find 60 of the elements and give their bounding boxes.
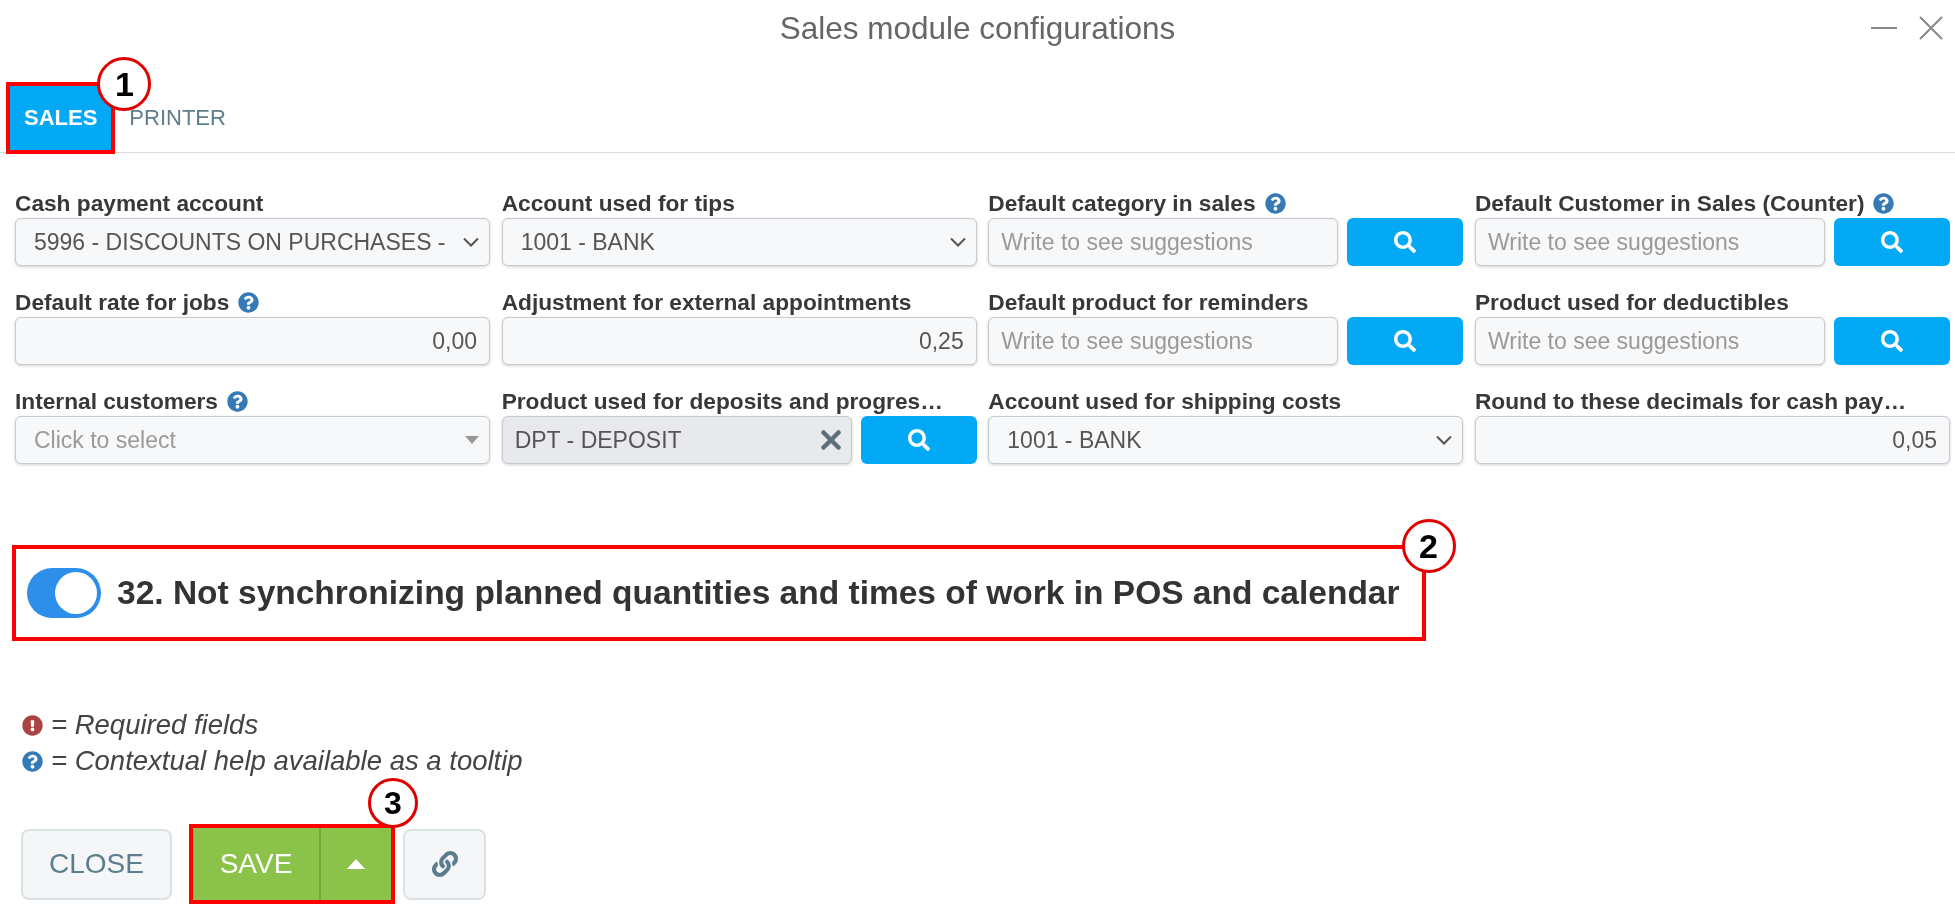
legend-text: = Required fields — [51, 711, 259, 739]
number-field[interactable]: 0,00 — [15, 317, 491, 365]
callout-marker: 3 — [368, 778, 418, 828]
search-icon — [1881, 231, 1903, 253]
field-label: Account used for tips — [501, 190, 735, 217]
search-button[interactable] — [1347, 218, 1464, 266]
callout-marker: 2 — [1401, 519, 1456, 573]
search-button[interactable] — [860, 416, 977, 464]
field-label: Default category in sales — [988, 190, 1256, 217]
search-icon — [1394, 330, 1417, 352]
window-title: Sales module configurations — [779, 9, 1176, 47]
select-field[interactable]: 1001 - BANK — [501, 218, 977, 266]
help-icon[interactable] — [227, 391, 248, 412]
field-label: Round to these decimals for cash pay… — [1474, 388, 1907, 415]
select-field[interactable]: 5996 - DISCOUNTS ON PURCHASES - — [15, 218, 491, 266]
toggle-label: 32. Not synchronizing planned quantities and times of work in POS and calendar — [117, 574, 1400, 612]
input-field[interactable]: Write to see suggestions — [988, 317, 1339, 365]
toggle-switch[interactable] — [27, 568, 101, 618]
search-icon — [1881, 330, 1903, 352]
field-label: Default rate for jobs — [15, 289, 230, 316]
search-button[interactable] — [1834, 317, 1950, 365]
field-label: Adjustment for external appointments — [501, 289, 912, 316]
help-icon[interactable] — [1873, 193, 1895, 214]
input-field[interactable]: Write to see suggestions — [1474, 317, 1825, 365]
help-icon — [22, 750, 43, 772]
minimize-icon[interactable] — [1871, 26, 1897, 30]
number-field[interactable]: 0,05 — [1474, 416, 1950, 464]
link-icon — [431, 851, 458, 877]
close-icon[interactable] — [1919, 16, 1943, 40]
search-icon — [907, 429, 930, 451]
clear-icon[interactable] — [820, 430, 841, 450]
field-label: Cash payment account — [15, 190, 264, 217]
tab[interactable]: SALES — [10, 86, 112, 150]
chevron-down-icon — [463, 237, 480, 247]
select-field[interactable]: 1001 - BANK — [988, 416, 1464, 464]
number-field[interactable]: 0,25 — [501, 317, 977, 365]
chevron-down-icon — [1436, 435, 1453, 445]
chevron-down-icon — [949, 237, 966, 247]
input-field[interactable]: Write to see suggestions — [988, 218, 1339, 266]
input-field[interactable]: DPT - DEPOSIT — [501, 416, 852, 464]
field-label: Default Customer in Sales (Counter) — [1474, 190, 1865, 217]
search-icon — [1394, 231, 1417, 253]
input-field[interactable]: Write to see suggestions — [1474, 218, 1825, 266]
legend-text: = Contextual help available as a tooltip — [51, 747, 523, 775]
callout-marker: 1 — [97, 57, 152, 111]
required-icon — [22, 714, 43, 736]
caret-up-icon — [347, 859, 365, 869]
field-label: Product used for deposits and progres… — [501, 388, 943, 415]
field-label: Product used for deductibles — [1474, 289, 1789, 316]
close-button[interactable]: CLOSE — [21, 828, 172, 900]
help-icon[interactable] — [1264, 193, 1286, 214]
help-icon[interactable] — [238, 292, 260, 313]
search-button[interactable] — [1834, 218, 1950, 266]
field-label: Internal customers — [15, 388, 218, 415]
field-label: Default product for reminders — [988, 289, 1309, 316]
link-button[interactable] — [403, 828, 486, 900]
select-field[interactable]: Click to select — [15, 416, 491, 464]
search-button[interactable] — [1347, 317, 1464, 365]
caret-down-icon — [465, 436, 480, 444]
field-label: Account used for shipping costs — [988, 388, 1342, 415]
